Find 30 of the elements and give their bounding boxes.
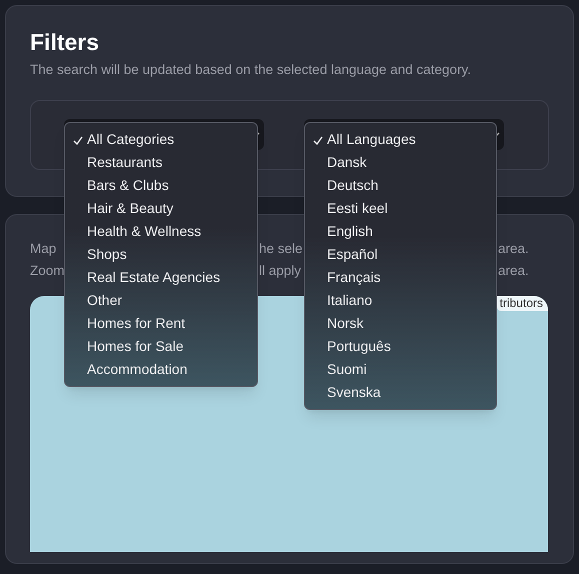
menu-option[interactable]: Homes for Rent xyxy=(65,312,257,335)
menu-option[interactable]: Shops xyxy=(65,243,257,266)
menu-option[interactable]: Français xyxy=(305,266,496,289)
menu-option[interactable]: Health & Wellness xyxy=(65,220,257,243)
menu-option[interactable]: Deutsch xyxy=(305,174,496,197)
menu-option[interactable]: Português xyxy=(305,335,496,358)
menu-option[interactable]: Bars & Clubs xyxy=(65,174,257,197)
menu-option[interactable]: Norsk xyxy=(305,312,496,335)
menu-option[interactable]: English xyxy=(305,220,496,243)
menu-option[interactable]: Svenska xyxy=(305,381,496,404)
map-description-fragment: ll apply xyxy=(259,263,302,278)
menu-option[interactable]: Real Estate Agencies xyxy=(65,266,257,289)
menu-option[interactable]: Español xyxy=(305,243,496,266)
map-description-fragment: area. xyxy=(498,241,529,256)
map-description-fragment: he sele xyxy=(259,241,303,256)
menu-option[interactable]: All Categories xyxy=(65,128,257,151)
map-description-fragment: Map xyxy=(30,241,56,256)
map-description-fragment: Zoom xyxy=(30,263,65,278)
filters-title: Filters xyxy=(30,30,100,54)
map-attribution[interactable]: tributors xyxy=(496,296,548,311)
menu-option[interactable]: Eesti keel xyxy=(305,197,496,220)
menu-option[interactable]: Homes for Sale xyxy=(65,335,257,358)
menu-option[interactable]: Restaurants xyxy=(65,151,257,174)
menu-option[interactable]: Suomi xyxy=(305,358,496,381)
map-description-fragment: area. xyxy=(498,263,529,278)
menu-option[interactable]: All Languages xyxy=(305,128,496,151)
menu-option[interactable]: Hair & Beauty xyxy=(65,197,257,220)
filters-description: The search will be updated based on the selected language and category. xyxy=(30,61,472,79)
menu-option[interactable]: Accommodation xyxy=(65,358,257,381)
menu-option[interactable]: Dansk xyxy=(305,151,496,174)
